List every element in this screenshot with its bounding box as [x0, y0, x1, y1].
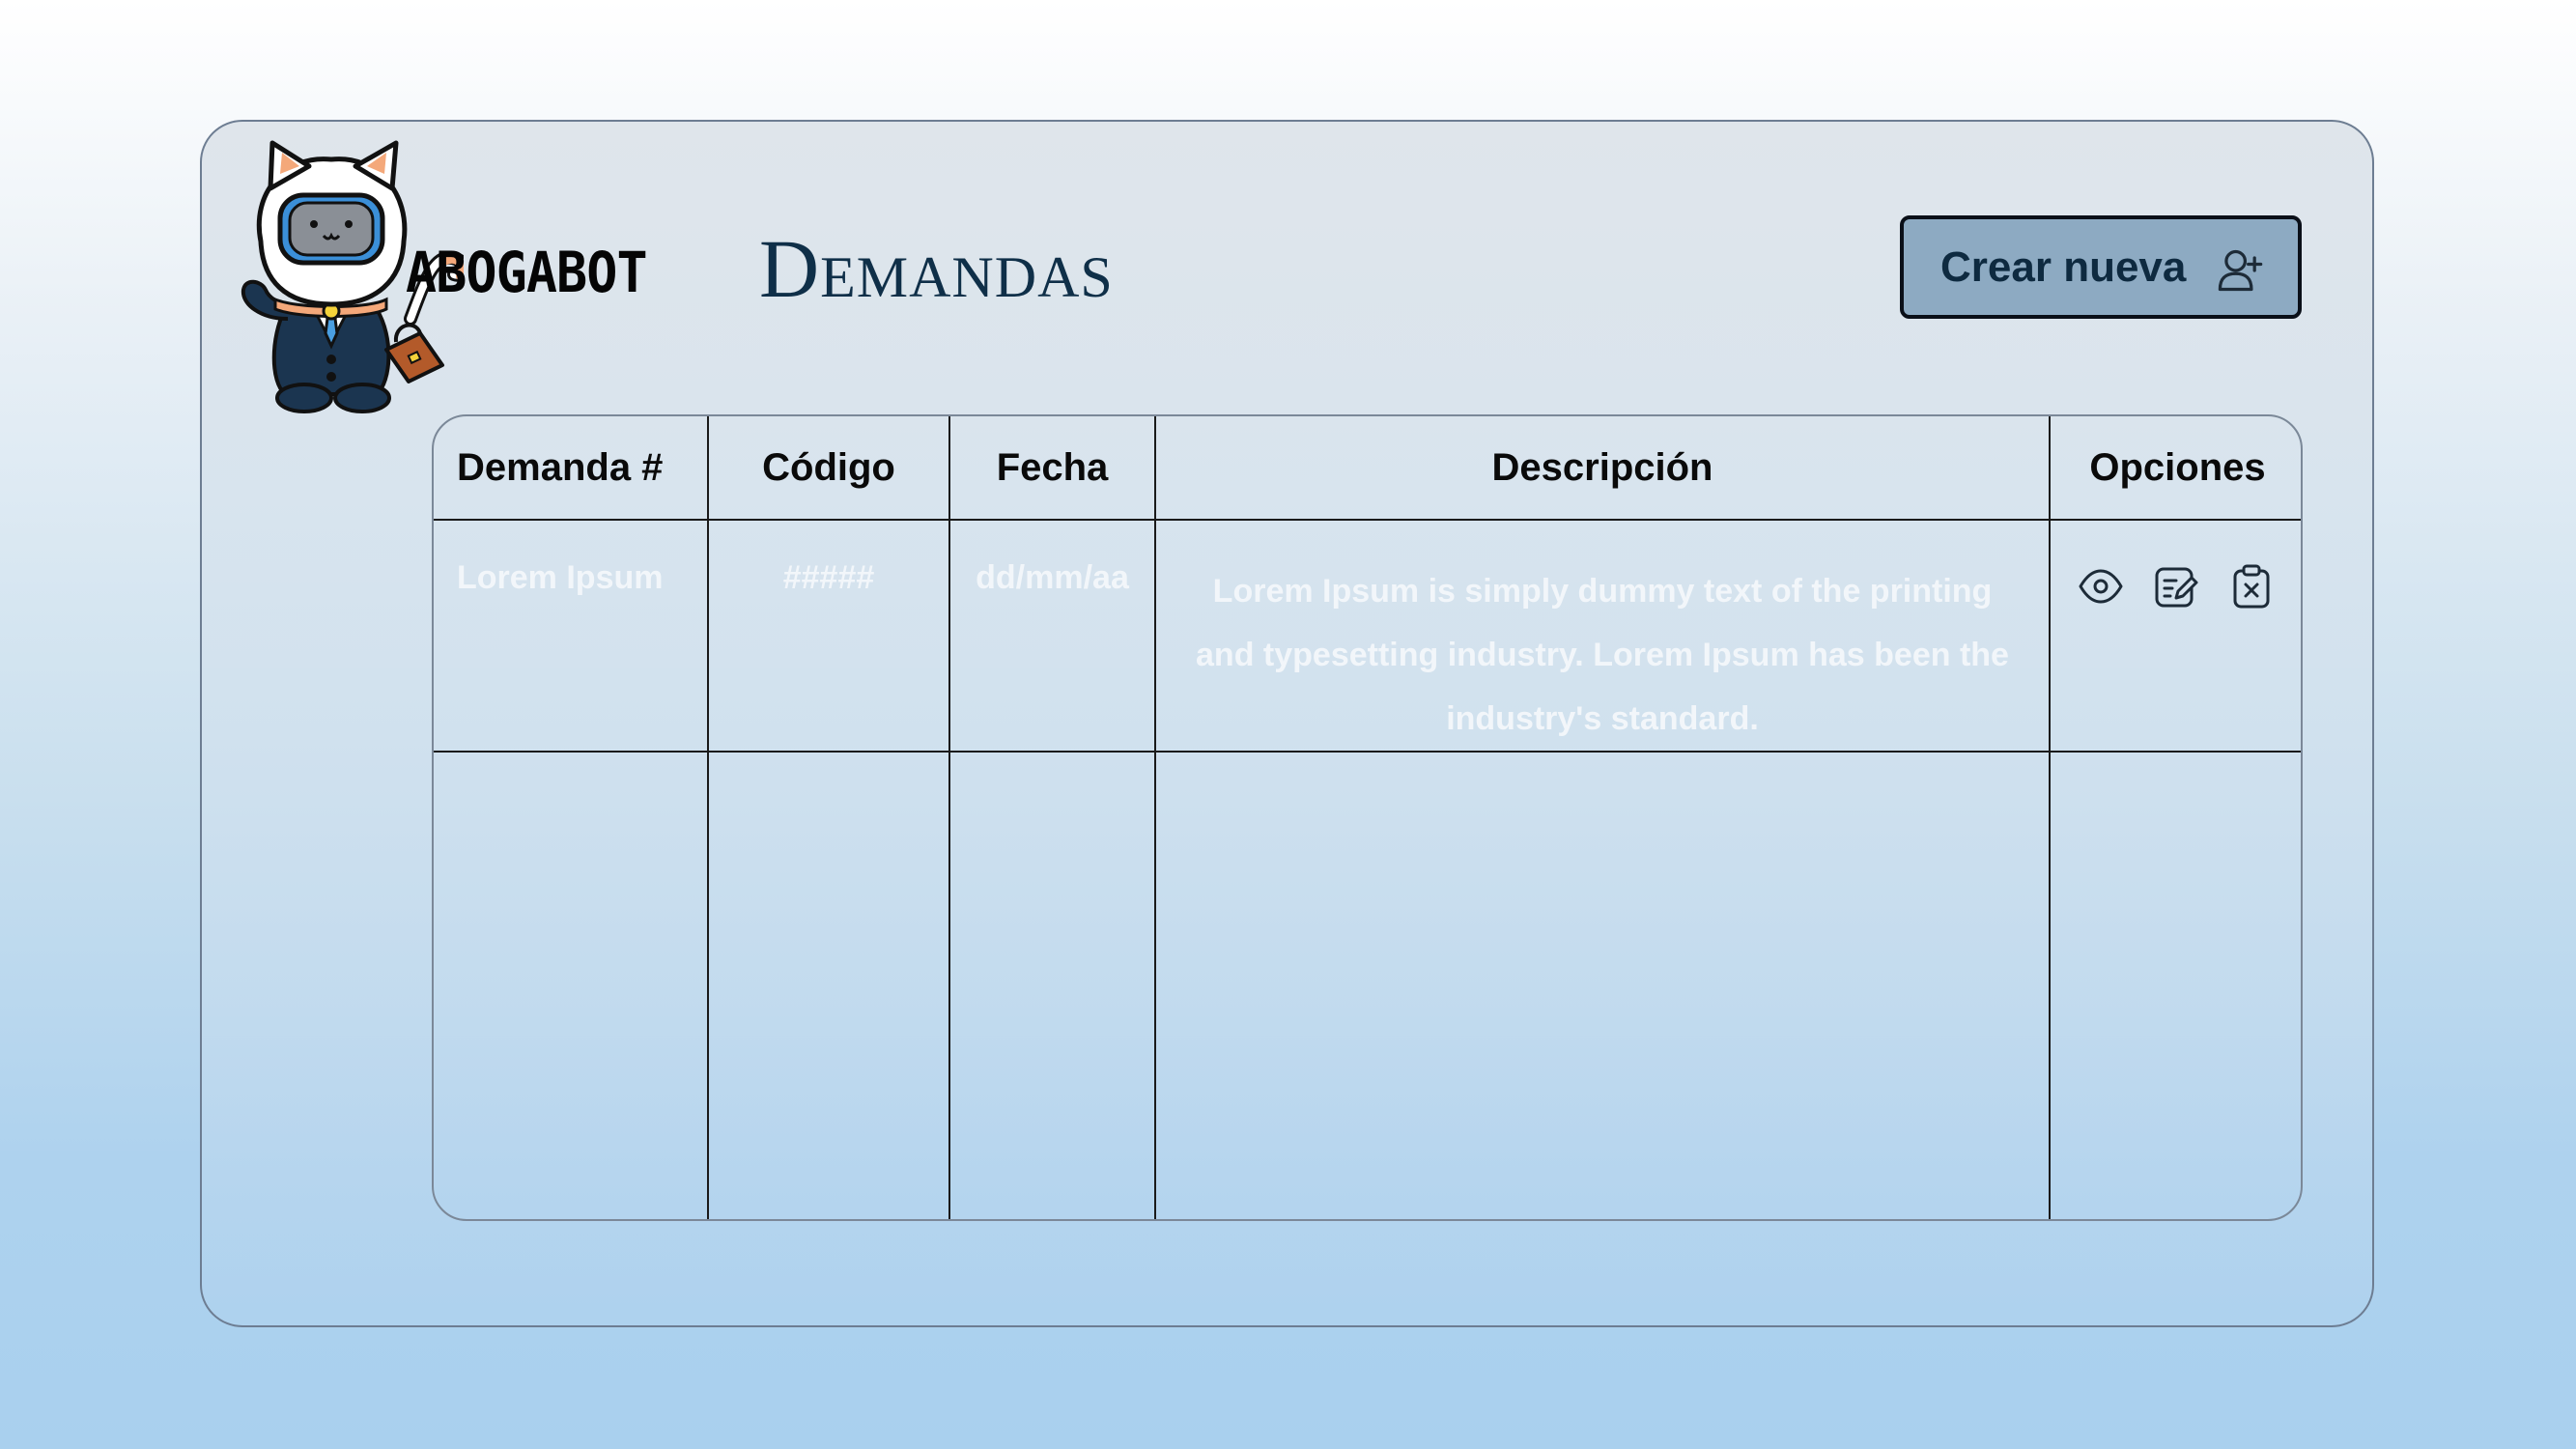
column-header-codigo: Código — [708, 416, 950, 521]
empty-cell — [708, 752, 950, 1219]
table-row-empty — [434, 752, 2301, 1219]
column-header-demanda: Demanda # — [434, 416, 709, 521]
column-header-fecha: Fecha — [949, 416, 1156, 521]
edit-icon[interactable] — [2153, 563, 2199, 610]
clipboard-x-icon[interactable] — [2228, 563, 2275, 610]
page-title: Demandas — [759, 222, 1114, 315]
cell-fecha: dd/mm/aa — [949, 520, 1156, 753]
add-user-icon — [2218, 249, 2263, 292]
eye-icon[interactable] — [2078, 563, 2124, 610]
create-new-button-label: Crear nueva — [1940, 242, 2187, 291]
table-header-row: Demanda # Código Fecha Descripción Opcio… — [434, 416, 2301, 521]
demandas-table: Demanda # Código Fecha Descripción Opcio… — [432, 414, 2303, 1221]
empty-cell — [2050, 752, 2301, 1219]
column-header-opciones: Opciones — [2050, 416, 2301, 521]
empty-cell — [434, 752, 709, 1219]
create-new-button[interactable]: Crear nueva — [1900, 215, 2302, 319]
cell-opciones — [2050, 520, 2301, 753]
cell-codigo: ##### — [708, 520, 950, 753]
empty-cell — [1155, 752, 2051, 1219]
cell-demanda: Lorem Ipsum — [434, 520, 709, 753]
column-header-descripcion: Descripción — [1155, 416, 2051, 521]
table-row: Lorem Ipsum ##### dd/mm/aa Lorem Ipsum i… — [434, 520, 2301, 753]
brand-name: ABOGABOT — [406, 240, 648, 305]
cell-descripcion: Lorem Ipsum is simply dummy text of the … — [1155, 520, 2051, 753]
empty-cell — [949, 752, 1156, 1219]
